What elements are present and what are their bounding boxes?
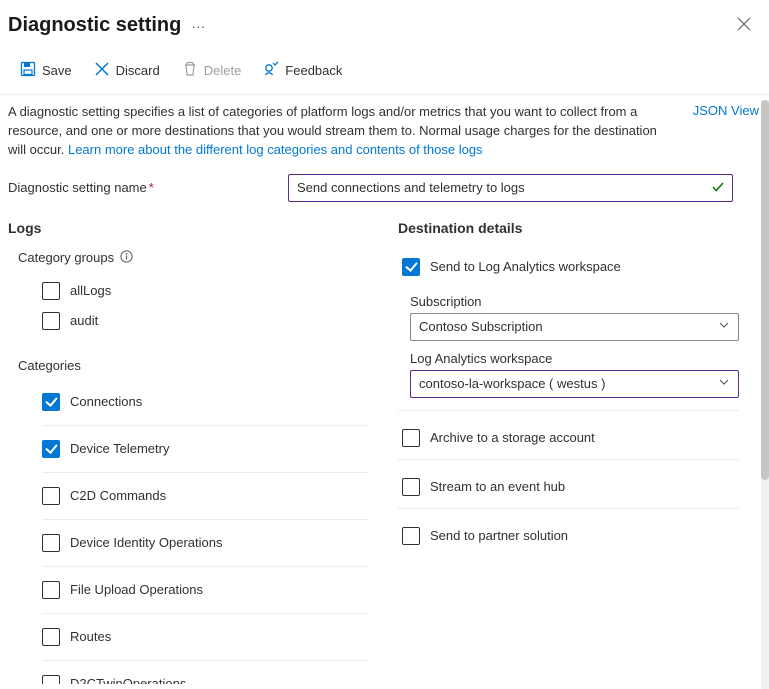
category-4-row[interactable]: File Upload Operations — [42, 567, 368, 614]
logs-column: Logs Category groups allLogs audit Catego… — [8, 220, 368, 684]
category-0-label: Connections — [70, 394, 142, 409]
dest-eventhub-checkbox[interactable] — [402, 478, 420, 496]
category-3-label: Device Identity Operations — [70, 535, 222, 550]
group-1-row[interactable]: audit — [42, 306, 368, 336]
category-5-checkbox[interactable] — [42, 628, 60, 646]
dest-law-label: Send to Log Analytics workspace — [430, 259, 621, 274]
name-row: Diagnostic setting name* — [8, 174, 759, 202]
subscription-value: Contoso Subscription — [419, 319, 543, 334]
workspace-value: contoso-la-workspace ( westus ) — [419, 376, 605, 391]
dest-law-body: Subscription Contoso Subscription Log An… — [410, 294, 739, 406]
valid-check-icon — [711, 180, 725, 197]
dest-archive-label: Archive to a storage account — [430, 430, 595, 445]
feedback-label: Feedback — [285, 63, 342, 78]
category-3-row[interactable]: Device Identity Operations — [42, 520, 368, 567]
dest-eventhub-label: Stream to an event hub — [430, 479, 565, 494]
feedback-button[interactable]: Feedback — [253, 57, 352, 84]
discard-button[interactable]: Discard — [84, 57, 170, 84]
save-icon — [20, 61, 36, 80]
category-2-checkbox[interactable] — [42, 487, 60, 505]
subscription-select[interactable]: Contoso Subscription — [410, 313, 739, 341]
dest-archive-checkbox[interactable] — [402, 429, 420, 447]
content-area: A diagnostic setting specifies a list of… — [0, 95, 769, 684]
dest-partner-checkbox[interactable] — [402, 527, 420, 545]
logs-heading: Logs — [8, 220, 368, 236]
dest-law-block: Send to Log Analytics workspace Subscrip… — [398, 250, 739, 411]
dest-law-header[interactable]: Send to Log Analytics workspace — [402, 250, 739, 284]
dest-partner-label: Send to partner solution — [430, 528, 568, 543]
category-6-checkbox[interactable] — [42, 675, 60, 684]
dest-archive-block: Archive to a storage account — [398, 421, 739, 460]
delete-label: Delete — [204, 63, 242, 78]
delete-icon — [182, 61, 198, 80]
group-0-label: allLogs — [70, 283, 111, 298]
category-6-row[interactable]: D2CTwinOperations — [42, 661, 368, 684]
workspace-select[interactable]: contoso-la-workspace ( westus ) — [410, 370, 739, 398]
workspace-label: Log Analytics workspace — [410, 351, 739, 366]
json-view-link[interactable]: JSON View — [693, 103, 759, 160]
group-1-label: audit — [70, 313, 98, 328]
name-input-wrap — [288, 174, 733, 202]
chevron-down-icon — [718, 319, 730, 334]
group-0-row[interactable]: allLogs — [42, 276, 368, 306]
category-1-label: Device Telemetry — [70, 441, 169, 456]
category-5-row[interactable]: Routes — [42, 614, 368, 661]
category-groups-text: Category groups — [18, 250, 114, 265]
scrollbar-thumb[interactable] — [761, 100, 769, 480]
save-button[interactable]: Save — [10, 57, 82, 84]
more-icon[interactable]: ··· — [191, 19, 205, 33]
scrollbar[interactable] — [761, 100, 769, 689]
info-icon[interactable] — [120, 250, 133, 266]
dest-partner-block: Send to partner solution — [398, 519, 739, 557]
feedback-icon — [263, 61, 279, 80]
category-5-label: Routes — [70, 629, 111, 644]
diagnostic-name-input[interactable] — [288, 174, 733, 202]
required-mark: * — [149, 180, 154, 195]
category-0-row[interactable]: Connections — [42, 379, 368, 426]
category-2-label: C2D Commands — [70, 488, 166, 503]
name-label: Diagnostic setting name* — [8, 180, 288, 195]
categories-label: Categories — [18, 358, 368, 373]
dest-archive-header[interactable]: Archive to a storage account — [402, 421, 739, 455]
description-text: A diagnostic setting specifies a list of… — [8, 103, 673, 160]
toolbar: Save Discard Delete Feedback — [0, 41, 769, 95]
delete-button: Delete — [172, 57, 252, 84]
group-0-checkbox[interactable] — [42, 282, 60, 300]
close-icon[interactable] — [737, 17, 751, 34]
category-2-row[interactable]: C2D Commands — [42, 473, 368, 520]
subscription-label: Subscription — [410, 294, 739, 309]
name-label-text: Diagnostic setting name — [8, 180, 147, 195]
destinations-heading: Destination details — [398, 220, 739, 236]
dest-partner-header[interactable]: Send to partner solution — [402, 519, 739, 553]
categories-list: Connections Device Telemetry C2D Commands D… — [8, 379, 368, 684]
category-4-label: File Upload Operations — [70, 582, 203, 597]
discard-icon — [94, 61, 110, 80]
category-groups-list: allLogs audit — [8, 276, 368, 336]
chevron-down-icon — [718, 376, 730, 391]
dest-eventhub-block: Stream to an event hub — [398, 470, 739, 509]
category-4-checkbox[interactable] — [42, 581, 60, 599]
category-groups-label: Category groups — [18, 250, 368, 266]
dest-eventhub-header[interactable]: Stream to an event hub — [402, 470, 739, 504]
category-1-checkbox[interactable] — [42, 440, 60, 458]
page-title: Diagnostic setting — [8, 14, 181, 37]
group-1-checkbox[interactable] — [42, 312, 60, 330]
destinations-column: Destination details Send to Log Analytic… — [398, 220, 759, 684]
category-1-row[interactable]: Device Telemetry — [42, 426, 368, 473]
panel-header: Diagnostic setting ··· — [0, 0, 769, 41]
category-3-checkbox[interactable] — [42, 534, 60, 552]
dest-law-checkbox[interactable] — [402, 258, 420, 276]
learn-more-link[interactable]: Learn more about the different log categ… — [68, 142, 483, 157]
save-label: Save — [42, 63, 72, 78]
discard-label: Discard — [116, 63, 160, 78]
category-0-checkbox[interactable] — [42, 393, 60, 411]
category-6-label: D2CTwinOperations — [70, 676, 186, 684]
